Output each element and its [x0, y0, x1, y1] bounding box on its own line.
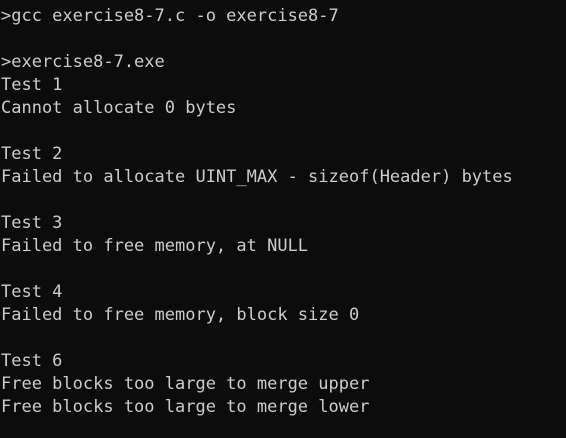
console-window[interactable]: >gcc exercise8-7.c -o exercise8-7 >exerc… — [0, 0, 566, 438]
test-6-heading: Test 6 — [1, 351, 63, 371]
test-4-output: Failed to free memory, block size 0 — [1, 305, 360, 325]
command-line-compile: >gcc exercise8-7.c -o exercise8-7 — [1, 6, 339, 26]
test-1-heading: Test 1 — [1, 75, 63, 95]
test-2-heading: Test 2 — [1, 144, 63, 164]
test-3-heading: Test 3 — [1, 213, 63, 233]
test-6-output-upper: Free blocks too large to merge upper — [1, 374, 370, 394]
test-1-output: Cannot allocate 0 bytes — [1, 98, 237, 118]
test-4-heading: Test 4 — [1, 282, 63, 302]
test-2-output: Failed to allocate UINT_MAX - sizeof(Hea… — [1, 167, 513, 187]
command-line-run: >exercise8-7.exe — [1, 52, 165, 72]
test-6-output-lower: Free blocks too large to merge lower — [1, 397, 370, 417]
test-3-output: Failed to free memory, at NULL — [1, 236, 309, 256]
